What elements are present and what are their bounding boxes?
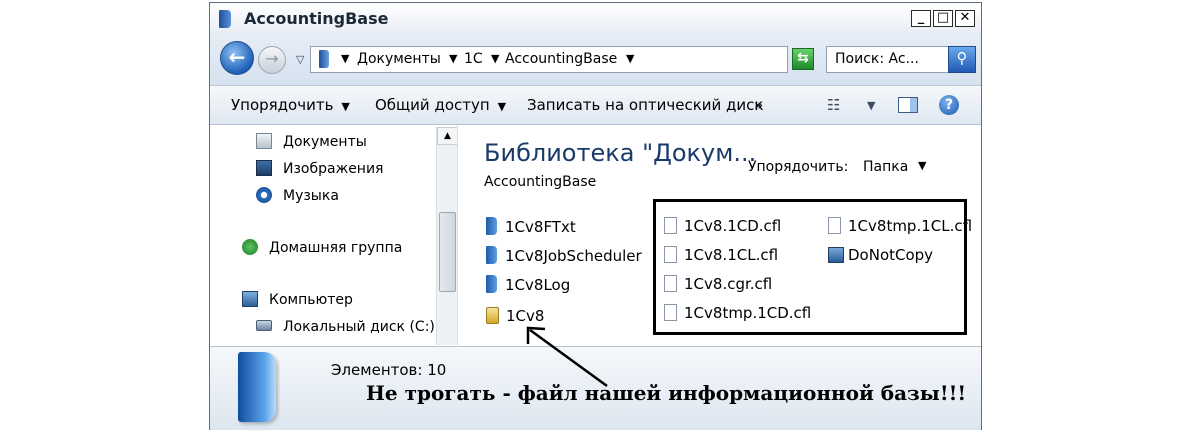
search-input[interactable]: Поиск: Ac... [826, 46, 950, 73]
chevron-down-icon[interactable]: ▼ [918, 159, 926, 172]
command-bar: Упорядочить ▼ Общий доступ ▼ Записать на о… [210, 86, 981, 125]
library-icon [319, 50, 329, 68]
library-title: Библиотека "Докум... [484, 139, 757, 167]
breadcrumb-documents[interactable]: Документы [357, 51, 441, 67]
chevron-down-icon: ▼ [497, 100, 507, 113]
library-subtitle: AccountingBase [484, 174, 597, 190]
folder-icon [486, 275, 497, 293]
window-title: AccountingBase [244, 9, 389, 28]
database-file-icon [486, 307, 499, 324]
organize-menu[interactable]: Упорядочить ▼ [231, 96, 350, 114]
nav-item-music[interactable]: Музыка [283, 188, 339, 204]
nav-item-documents[interactable]: Документы [283, 134, 367, 150]
arrange-by-label: Упорядочить: [748, 159, 849, 175]
folder-name: 1Cv8Log [505, 276, 571, 294]
folder-item[interactable]: 1Cv8JobScheduler [486, 246, 642, 265]
nav-item-pictures[interactable]: Изображения [283, 161, 383, 177]
chevron-down-icon[interactable]: ▼ [867, 99, 875, 112]
organize-label: Упорядочить [231, 96, 334, 114]
homegroup-icon [242, 239, 258, 255]
address-bar: ← → ▽ ▼ Документы ▼ 1С ▼ AccountingBase … [210, 33, 981, 86]
burn-button[interactable]: Записать на оптический диск [527, 96, 763, 114]
minimize-button[interactable]: _ [911, 10, 931, 27]
search-icon[interactable]: ⚲ [948, 46, 976, 73]
nav-item-homegroup[interactable]: Домашняя группа [269, 240, 402, 256]
scroll-thumb[interactable] [439, 212, 456, 292]
folder-icon [486, 217, 497, 235]
item-count: Элементов: 10 [331, 361, 447, 379]
breadcrumb-accountingbase[interactable]: AccountingBase [505, 51, 617, 67]
chevron-down-icon: ▼ [341, 100, 350, 113]
forward-button[interactable]: → [258, 46, 286, 74]
library-icon [219, 10, 231, 28]
documents-icon [256, 133, 272, 149]
chevron-down-icon[interactable]: ▼ [449, 52, 457, 65]
arrange-by-value[interactable]: Папка [863, 159, 908, 175]
nav-item-computer[interactable]: Компьютер [269, 292, 353, 308]
title-bar[interactable]: AccountingBase _ □ ✕ [210, 3, 981, 33]
folder-item[interactable]: 1Cv8Log [486, 275, 570, 294]
pictures-icon [256, 160, 272, 176]
chevron-down-icon[interactable]: ▼ [626, 52, 634, 65]
history-dropdown-icon[interactable]: ▽ [296, 53, 304, 66]
more-commands-button[interactable]: » [754, 96, 763, 114]
computer-icon [242, 291, 258, 307]
view-options-icon[interactable]: ☷ [827, 96, 840, 114]
annotation-text: Не трогать - файл нашей информационной б… [366, 381, 967, 405]
folder-name: 1Cv8FTxt [505, 218, 576, 236]
folder-icon [486, 246, 497, 264]
help-icon[interactable]: ? [939, 95, 959, 115]
drive-icon [256, 320, 272, 331]
share-menu[interactable]: Общий доступ ▼ [375, 96, 506, 114]
close-button[interactable]: ✕ [955, 10, 975, 27]
music-icon [256, 187, 272, 203]
scroll-up-button[interactable]: ▲ [437, 127, 458, 145]
library-icon [238, 352, 276, 422]
highlight-box [653, 199, 967, 335]
database-file-item[interactable]: 1Cv8 [486, 307, 544, 325]
nav-item-local-disk[interactable]: Локальный диск (C:) [283, 319, 435, 335]
navigation-pane: Документы Изображения Музыка Домашняя гр… [210, 125, 440, 345]
nav-scrollbar[interactable]: ▲ [436, 127, 458, 345]
chevron-down-icon[interactable]: ▼ [491, 52, 499, 65]
folder-name: 1Cv8JobScheduler [505, 247, 642, 265]
file-name: 1Cv8 [506, 307, 545, 325]
maximize-button[interactable]: □ [933, 10, 953, 27]
chevron-down-icon[interactable]: ▼ [341, 52, 349, 65]
refresh-button[interactable]: ⇆ [792, 48, 814, 70]
share-label: Общий доступ [375, 96, 490, 114]
preview-pane-icon[interactable] [898, 97, 918, 113]
back-button[interactable]: ← [220, 41, 254, 75]
breadcrumb-1c[interactable]: 1С [464, 51, 483, 67]
address-field[interactable]: ▼ Документы ▼ 1С ▼ AccountingBase ▼ ▼ [310, 46, 875, 73]
folder-item[interactable]: 1Cv8FTxt [486, 217, 576, 236]
